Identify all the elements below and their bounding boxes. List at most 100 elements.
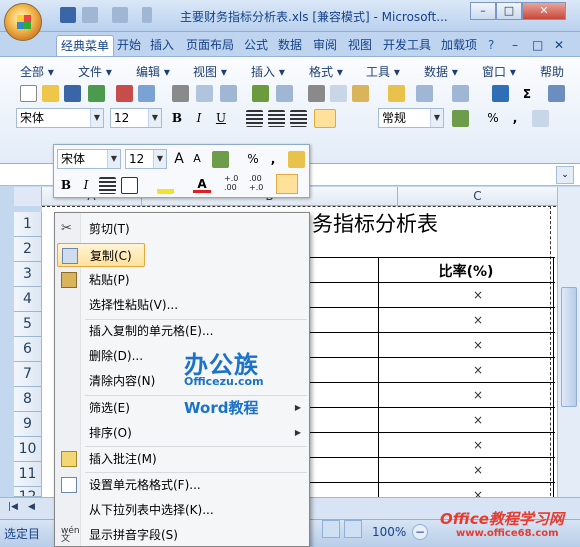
fill-color-icon[interactable] — [157, 177, 174, 194]
print-icon[interactable] — [172, 85, 189, 102]
open-icon[interactable] — [42, 85, 59, 102]
underline-button[interactable]: U — [212, 109, 230, 127]
first-sheet-icon[interactable]: |◀ — [8, 502, 18, 512]
expand-formula-icon[interactable]: ⌄ — [556, 166, 574, 184]
menu-item-insert-copied[interactable]: 插入复制的单元格(E)... — [57, 319, 307, 343]
ribbon-minimize-button[interactable]: – — [508, 35, 522, 56]
row-header[interactable]: 3 — [14, 262, 42, 287]
menu-help[interactable]: 帮助 — [540, 63, 564, 80]
sort-icon[interactable] — [548, 85, 565, 102]
align-center-icon[interactable] — [268, 110, 285, 127]
menu-format[interactable]: 格式 ▾ — [309, 63, 343, 80]
currency-icon[interactable] — [452, 110, 469, 127]
menu-item-cut[interactable]: ✂ 剪切(T) — [57, 217, 307, 241]
menu-item-paste-special[interactable]: 选择性粘贴(V)... — [57, 293, 307, 317]
tab-data[interactable]: 数据 — [274, 35, 306, 56]
tab-add-ins[interactable]: 加载项 — [437, 35, 481, 56]
menu-item-paste[interactable]: 粘贴(P) — [57, 268, 307, 292]
tab-classic-menu[interactable]: 经典菜单 — [56, 35, 115, 56]
row-header[interactable]: 10 — [14, 437, 42, 462]
shrink-font-button[interactable]: A — [188, 150, 206, 168]
menu-insert[interactable]: 插入 ▾ — [251, 63, 285, 80]
row-header[interactable]: 11 — [14, 462, 42, 487]
row-header[interactable]: 8 — [14, 387, 42, 412]
sheet-title-cell[interactable]: 务指标分析表 — [312, 208, 438, 238]
tab-developer[interactable]: 开发工具 — [379, 35, 435, 56]
tab-insert[interactable]: 插入 — [146, 35, 178, 56]
save-icon[interactable] — [60, 7, 76, 23]
menu-tools[interactable]: 工具 ▾ — [366, 63, 400, 80]
tab-view[interactable]: 视图 — [344, 35, 376, 56]
menu-item-insert-comment[interactable]: 插入批注(M) — [57, 447, 307, 471]
format-painter-icon[interactable] — [388, 85, 405, 102]
row-header[interactable]: 1 — [14, 212, 42, 237]
hyperlink-icon[interactable] — [492, 85, 509, 102]
align-left-icon[interactable] — [246, 110, 263, 127]
mini-format-painter-icon[interactable] — [288, 151, 305, 168]
close-button[interactable]: ✕ — [522, 2, 566, 20]
mini-decrease-decimal-button[interactable]: .00 +.0 — [249, 174, 263, 192]
ratio-cell[interactable]: × — [400, 388, 556, 402]
research-icon[interactable] — [220, 85, 237, 102]
font-size-select[interactable]: 12 ▼ — [110, 108, 162, 128]
mini-bold-button[interactable]: B — [57, 176, 75, 194]
minimize-button[interactable]: – — [470, 2, 496, 20]
column-header-c[interactable]: C — [398, 187, 558, 206]
email-icon[interactable] — [138, 85, 155, 102]
tab-home[interactable]: 开始 — [113, 35, 145, 56]
bold-button[interactable]: B — [168, 109, 186, 127]
menu-view[interactable]: 视图 ▾ — [193, 63, 227, 80]
print-preview-icon[interactable] — [196, 85, 213, 102]
percent-button[interactable]: % — [484, 109, 502, 127]
ratio-cell[interactable]: × — [400, 313, 556, 327]
menu-item-copy[interactable]: 复制(C) — [57, 243, 145, 267]
ratio-cell[interactable]: × — [400, 288, 556, 302]
mini-comma-button[interactable]: , — [264, 150, 282, 168]
paste-toolbar-icon[interactable] — [352, 85, 369, 102]
menu-data[interactable]: 数据 ▾ — [424, 63, 458, 80]
zoom-level[interactable]: 100% — [372, 525, 406, 539]
mini-italic-button[interactable]: I — [77, 176, 95, 194]
mini-merge-center-icon[interactable] — [276, 174, 298, 194]
tab-review[interactable]: 审阅 — [309, 35, 341, 56]
maximize-button[interactable]: □ — [496, 2, 522, 20]
mini-align-center-icon[interactable] — [99, 177, 116, 194]
thesaurus-icon[interactable] — [276, 85, 293, 102]
row-header[interactable]: 2 — [14, 237, 42, 262]
redo-icon[interactable] — [112, 7, 128, 23]
row-header[interactable]: 6 — [14, 337, 42, 362]
mini-borders-icon[interactable] — [121, 177, 138, 194]
ribbon-restore-button[interactable]: □ — [528, 35, 547, 56]
select-all-corner[interactable] — [14, 187, 42, 206]
ratio-cell[interactable]: × — [400, 438, 556, 452]
pdf-icon[interactable] — [116, 85, 133, 102]
mini-currency-icon[interactable] — [212, 151, 229, 168]
number-format-select[interactable]: 常规 ▼ — [378, 108, 444, 128]
office-button[interactable] — [4, 3, 42, 41]
ratio-cell[interactable]: × — [400, 463, 556, 477]
mini-percent-button[interactable]: % — [244, 150, 262, 168]
copy-toolbar-icon[interactable] — [330, 85, 347, 102]
tab-formulas[interactable]: 公式 — [240, 35, 272, 56]
merge-center-icon[interactable] — [314, 109, 336, 128]
row-header[interactable]: 9 — [14, 412, 42, 437]
help-icon[interactable]: ? — [484, 35, 498, 56]
mini-font-name-select[interactable]: 宋体 ▼ — [57, 149, 121, 169]
row-header[interactable]: 4 — [14, 287, 42, 312]
menu-item-filter[interactable]: 筛选(E) ▶ — [57, 396, 307, 420]
font-name-select[interactable]: 宋体 ▼ — [16, 108, 104, 128]
menu-all[interactable]: 全部 ▾ — [20, 63, 54, 80]
zoom-out-button[interactable]: − — [412, 524, 428, 540]
comma-button[interactable]: , — [506, 109, 524, 127]
menu-window[interactable]: 窗口 ▾ — [482, 63, 516, 80]
menu-item-phonetic[interactable]: wén 文显示拼音字段(S) — [57, 523, 307, 547]
undo-toolbar-icon[interactable] — [416, 85, 433, 102]
save-toolbar-icon[interactable] — [64, 85, 81, 102]
menu-item-delete[interactable]: 删除(D)... — [57, 344, 307, 368]
italic-button[interactable]: I — [190, 109, 208, 127]
normal-view-icon[interactable] — [322, 520, 340, 538]
spelling-icon[interactable] — [252, 85, 269, 102]
page-layout-view-icon[interactable] — [344, 520, 362, 538]
tab-page-layout[interactable]: 页面布局 — [182, 35, 238, 56]
prev-sheet-icon[interactable]: ◀ — [28, 502, 35, 512]
